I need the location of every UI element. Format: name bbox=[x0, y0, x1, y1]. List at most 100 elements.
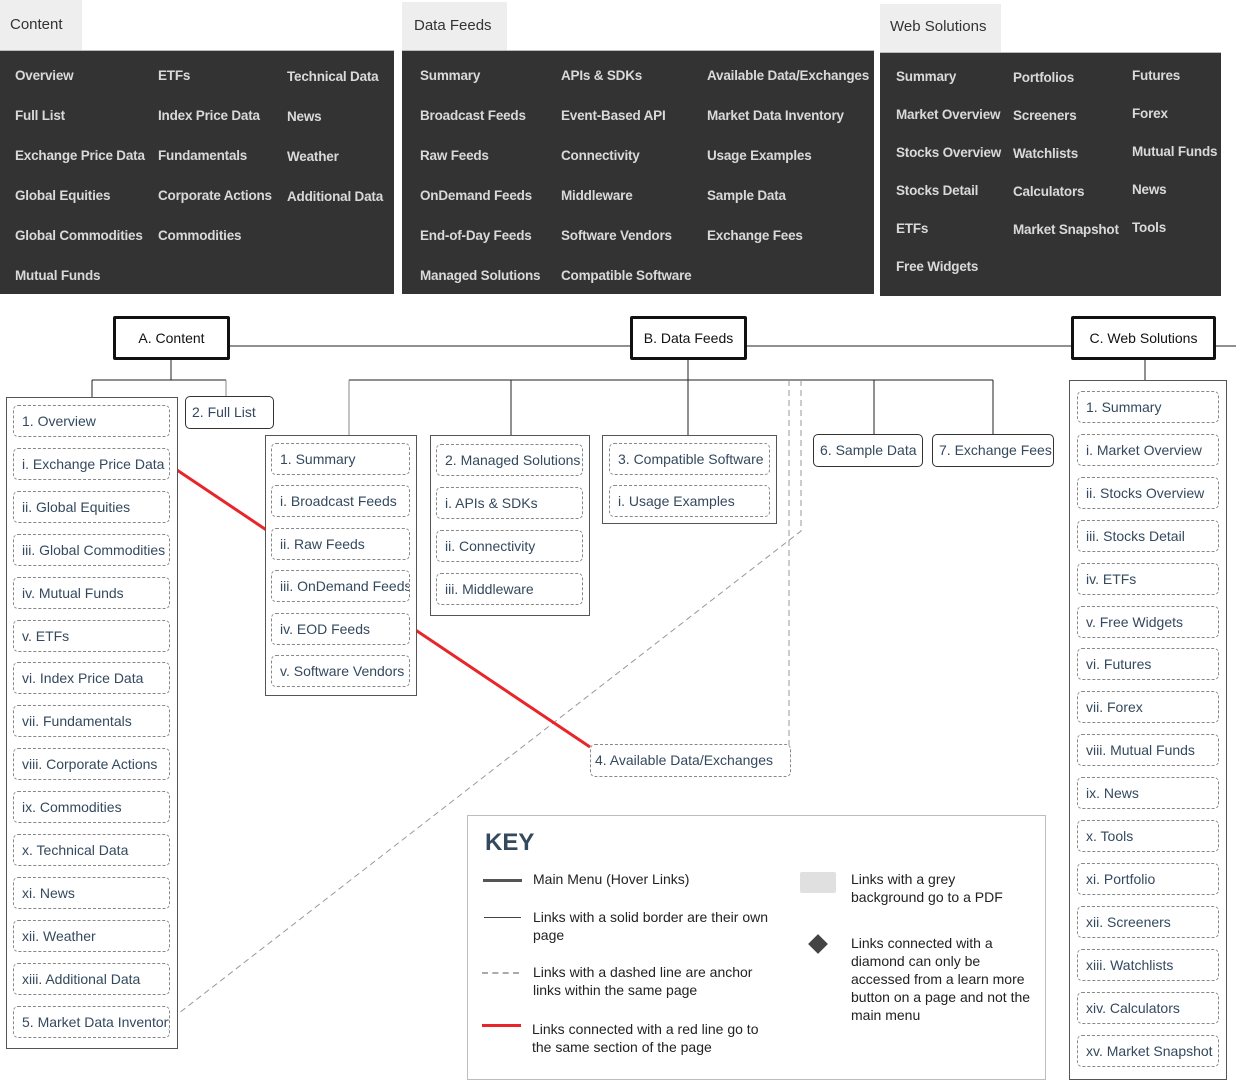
web-list-item[interactable]: x. Tools bbox=[1077, 820, 1219, 852]
web-list-item[interactable]: xi. Portfolio bbox=[1077, 862, 1219, 895]
menu-item[interactable]: ETFs bbox=[158, 68, 190, 83]
menu-item[interactable]: Exchange Fees bbox=[707, 228, 803, 243]
content-list-item[interactable]: xi. News bbox=[13, 876, 170, 909]
menu-item[interactable]: End-of-Day Feeds bbox=[420, 228, 532, 243]
menu-item[interactable]: OnDemand Feeds bbox=[420, 188, 532, 203]
web-list-item[interactable]: 1. Summary bbox=[1077, 391, 1219, 423]
feeds-summary-item[interactable]: iii. OnDemand Feeds bbox=[271, 570, 410, 603]
web-list-item[interactable]: vii. Forex bbox=[1077, 691, 1219, 724]
web-list-item[interactable]: xv. Market Snapshot bbox=[1077, 1034, 1219, 1067]
web-list-item[interactable]: xii. Screeners bbox=[1077, 905, 1219, 938]
menu-item[interactable]: Corporate Actions bbox=[158, 188, 272, 203]
menu-item[interactable]: News bbox=[1132, 182, 1167, 197]
feeds-managed-item[interactable]: 2. Managed Solutions bbox=[436, 444, 583, 476]
feeds-compatible-item[interactable]: i. Usage Examples bbox=[609, 485, 770, 517]
menu-tab-content[interactable]: Content bbox=[0, 0, 82, 50]
menu-item[interactable]: Market Snapshot bbox=[1013, 222, 1119, 237]
web-list-item[interactable]: ix. News bbox=[1077, 777, 1219, 810]
menu-item[interactable]: Index Price Data bbox=[158, 108, 260, 123]
web-list-item[interactable]: xiii. Watchlists bbox=[1077, 948, 1219, 981]
content-list-item[interactable]: vii. Fundamentals bbox=[13, 705, 170, 738]
menu-item[interactable]: ETFs bbox=[896, 221, 928, 236]
menu-item[interactable]: Middleware bbox=[561, 188, 633, 203]
feeds-managed-item[interactable]: iii. Middleware bbox=[436, 573, 583, 605]
menu-item[interactable]: Broadcast Feeds bbox=[420, 108, 526, 123]
content-list-item[interactable]: v. ETFs bbox=[13, 619, 170, 652]
web-list-item[interactable]: viii. Mutual Funds bbox=[1077, 734, 1219, 767]
menu-item[interactable]: Global Equities bbox=[15, 188, 110, 203]
feeds-compatible-item[interactable]: 3. Compatible Software bbox=[609, 443, 770, 475]
menu-item[interactable]: Tools bbox=[1132, 220, 1166, 235]
feeds-managed-item[interactable]: i. APIs & SDKs bbox=[436, 487, 583, 519]
root-node-web-solutions[interactable]: C. Web Solutions bbox=[1071, 316, 1216, 360]
menu-item[interactable]: Technical Data bbox=[287, 69, 379, 84]
feeds-summary-item[interactable]: i. Broadcast Feeds bbox=[271, 485, 410, 518]
node-available-data[interactable]: 4. Available Data/Exchanges bbox=[590, 744, 791, 777]
web-list-item[interactable]: vi. Futures bbox=[1077, 648, 1219, 681]
menu-tab-web-solutions[interactable]: Web Solutions bbox=[880, 4, 1001, 52]
menu-item[interactable]: Weather bbox=[287, 149, 339, 164]
web-list-item[interactable]: ii. Stocks Overview bbox=[1077, 476, 1219, 509]
content-list-item[interactable]: iii. Global Commodities bbox=[13, 533, 170, 566]
menu-item[interactable]: Screeners bbox=[1013, 108, 1077, 123]
menu-item[interactable]: Compatible Software bbox=[561, 268, 692, 283]
feeds-summary-item[interactable]: iv. EOD Feeds bbox=[271, 612, 410, 645]
content-list-item[interactable]: 1. Overview bbox=[13, 405, 170, 437]
menu-item[interactable]: Software Vendors bbox=[561, 228, 672, 243]
content-list-item[interactable]: x. Technical Data bbox=[13, 834, 170, 866]
menu-tab-data-feeds[interactable]: Data Feeds bbox=[402, 2, 507, 50]
feeds-summary-item[interactable]: 1. Summary bbox=[271, 443, 410, 475]
content-list-item[interactable]: i. Exchange Price Data bbox=[13, 447, 170, 480]
content-list-item[interactable]: vi. Index Price Data bbox=[13, 662, 170, 695]
web-list-item[interactable]: iii. Stocks Detail bbox=[1077, 519, 1219, 552]
root-node-content[interactable]: A. Content bbox=[113, 316, 230, 360]
node-full-list[interactable]: 2. Full List bbox=[185, 396, 274, 429]
content-list-item[interactable]: viii. Corporate Actions bbox=[13, 748, 170, 781]
menu-item[interactable]: News bbox=[287, 109, 322, 124]
menu-item[interactable]: Market Data Inventory bbox=[707, 108, 844, 123]
menu-item[interactable]: Raw Feeds bbox=[420, 148, 489, 163]
content-list-item[interactable]: xii. Weather bbox=[13, 919, 170, 952]
feeds-managed-item[interactable]: ii. Connectivity bbox=[436, 530, 583, 562]
feeds-summary-item[interactable]: ii. Raw Feeds bbox=[271, 527, 410, 560]
menu-item[interactable]: Commodities bbox=[158, 228, 242, 243]
node-sample-data[interactable]: 6. Sample Data bbox=[813, 434, 923, 467]
menu-item[interactable]: Connectivity bbox=[561, 148, 640, 163]
menu-item[interactable]: Available Data/Exchanges bbox=[707, 68, 869, 83]
node-exchange-fees[interactable]: 7. Exchange Fees bbox=[932, 434, 1054, 467]
menu-item[interactable]: Mutual Funds bbox=[15, 268, 101, 283]
content-list-item[interactable]: xiii. Additional Data bbox=[13, 962, 170, 995]
content-list-item[interactable]: iv. Mutual Funds bbox=[13, 576, 170, 609]
root-node-data-feeds[interactable]: B. Data Feeds bbox=[630, 316, 747, 360]
menu-item[interactable]: Free Widgets bbox=[896, 259, 978, 274]
menu-item[interactable]: Stocks Detail bbox=[896, 183, 978, 198]
menu-item[interactable]: Portfolios bbox=[1013, 70, 1074, 85]
menu-item[interactable]: Summary bbox=[420, 68, 480, 83]
menu-item[interactable]: Summary bbox=[896, 69, 956, 84]
web-list-item[interactable]: iv. ETFs bbox=[1077, 562, 1219, 595]
menu-item[interactable]: Usage Examples bbox=[707, 148, 812, 163]
menu-item[interactable]: Forex bbox=[1132, 106, 1168, 121]
menu-item[interactable]: Sample Data bbox=[707, 188, 786, 203]
menu-item[interactable]: Overview bbox=[15, 68, 74, 83]
content-list-item[interactable]: 5. Market Data Inventory bbox=[13, 1005, 170, 1038]
web-list-item[interactable]: v. Free Widgets bbox=[1077, 605, 1219, 638]
menu-item[interactable]: Fundamentals bbox=[158, 148, 247, 163]
menu-item[interactable]: Mutual Funds bbox=[1132, 144, 1218, 159]
menu-item[interactable]: Calculators bbox=[1013, 184, 1085, 199]
menu-item[interactable]: Exchange Price Data bbox=[15, 148, 145, 163]
menu-item[interactable]: Global Commodities bbox=[15, 228, 143, 243]
menu-item[interactable]: Market Overview bbox=[896, 107, 1001, 122]
feeds-summary-item[interactable]: v. Software Vendors bbox=[271, 655, 410, 687]
menu-item[interactable]: Watchlists bbox=[1013, 146, 1078, 161]
menu-item[interactable]: Event-Based API bbox=[561, 108, 666, 123]
menu-item[interactable]: Additional Data bbox=[287, 189, 383, 204]
content-list-item[interactable]: ii. Global Equities bbox=[13, 490, 170, 523]
web-list-item[interactable]: i. Market Overview bbox=[1077, 433, 1219, 466]
menu-item[interactable]: Stocks Overview bbox=[896, 145, 1001, 160]
menu-item[interactable]: Managed Solutions bbox=[420, 268, 541, 283]
menu-item[interactable]: APIs & SDKs bbox=[561, 68, 642, 83]
content-list-item[interactable]: ix. Commodities bbox=[13, 791, 170, 824]
web-list-item[interactable]: xiv. Calculators bbox=[1077, 991, 1219, 1024]
menu-item[interactable]: Full List bbox=[15, 108, 65, 123]
